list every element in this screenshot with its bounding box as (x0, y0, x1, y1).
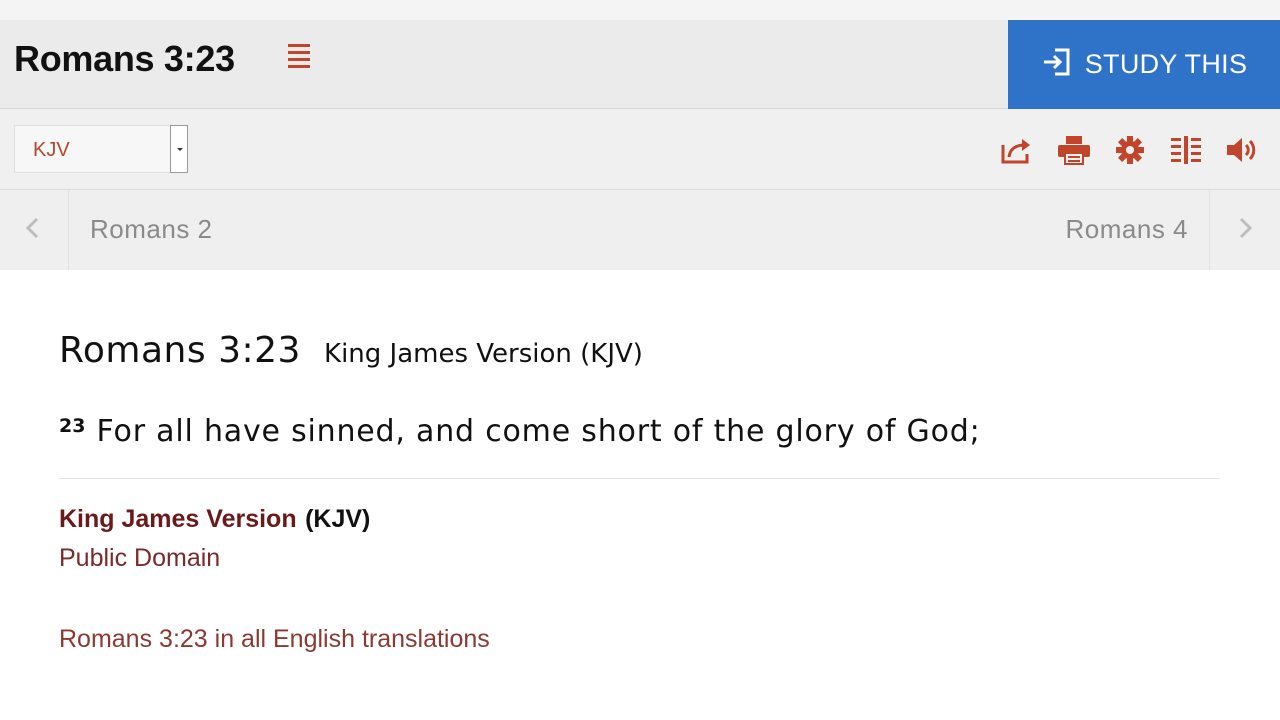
print-icon[interactable] (1057, 135, 1091, 165)
passage-header: Romans 3:23 STUDY THIS (0, 20, 1280, 109)
audio-icon[interactable] (1225, 135, 1259, 165)
passage-version-name: King James Version (KJV) (324, 339, 643, 369)
next-chapter-arrow[interactable] (1209, 190, 1280, 270)
divider (59, 478, 1220, 479)
passage-toolbar: KJV (0, 109, 1280, 190)
top-strip (0, 0, 1280, 20)
parallel-columns-icon[interactable] (1169, 135, 1203, 165)
license-text: Public Domain (59, 544, 221, 572)
verse: 23 For all have sinned, and come short o… (59, 414, 981, 449)
chevron-right-icon (1239, 217, 1253, 239)
chevron-down-icon[interactable] (170, 125, 188, 173)
version-select[interactable]: KJV (14, 125, 188, 173)
chapter-navigation: Romans 2 Romans 4 (0, 190, 1280, 270)
version-link[interactable]: King James Version (59, 505, 297, 533)
version-abbreviation: (KJV) (305, 505, 371, 533)
share-icon[interactable] (1000, 135, 1034, 165)
passage-reference: Romans 3:23 (59, 330, 301, 371)
sign-in-icon (1041, 46, 1073, 83)
verse-text: For all have sinned, and come short of t… (96, 414, 981, 449)
previous-chapter-link[interactable]: Romans 2 (90, 214, 213, 245)
passage-heading: Romans 3:23 King James Version (KJV) (59, 330, 643, 371)
page-title: Romans 3:23 (14, 38, 235, 79)
verse-number: 23 (59, 415, 86, 437)
next-chapter-link[interactable]: Romans 4 (1066, 214, 1189, 245)
previous-chapter-arrow[interactable] (0, 190, 69, 270)
gear-icon[interactable] (1113, 135, 1147, 165)
all-translations-link[interactable]: Romans 3:23 in all English translations (59, 625, 490, 654)
study-this-button[interactable]: STUDY THIS (1008, 20, 1280, 109)
chevron-left-icon (25, 217, 39, 239)
copyright-block: King James Version (KJV) Public Domain (59, 505, 370, 573)
version-select-value: KJV (33, 139, 70, 161)
study-this-label: STUDY THIS (1084, 49, 1248, 79)
menu-icon[interactable] (287, 42, 313, 72)
